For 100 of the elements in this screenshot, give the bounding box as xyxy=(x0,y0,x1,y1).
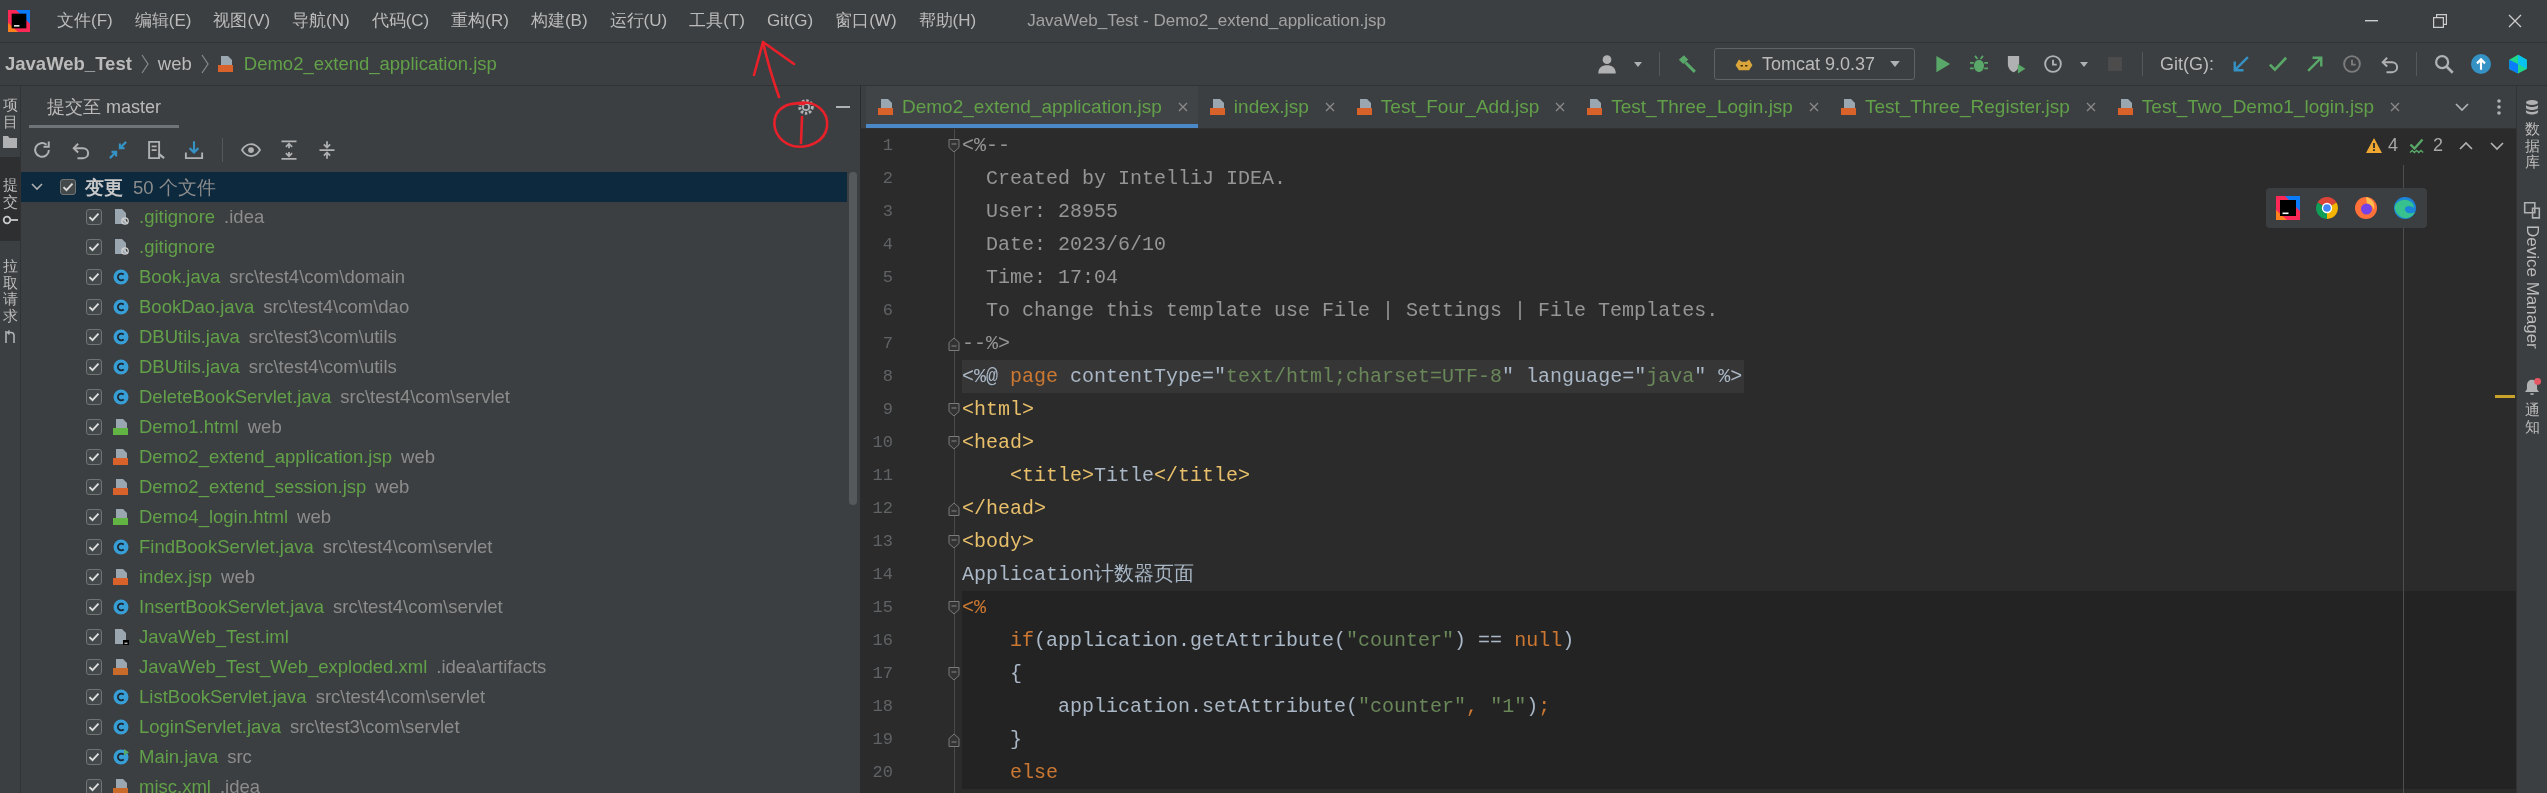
menu-item[interactable]: 视图(V) xyxy=(202,6,282,36)
hexagon-logo-icon[interactable] xyxy=(2508,54,2528,74)
editor-tab[interactable]: Test_Three_Login.jsp xyxy=(1575,86,1829,128)
clock-icon[interactable] xyxy=(2043,54,2063,74)
restore-icon[interactable] xyxy=(2433,14,2447,28)
file-row[interactable]: Main.java src xyxy=(21,742,847,772)
file-row[interactable]: .gitignore xyxy=(21,232,847,262)
chevron-up-icon[interactable] xyxy=(2459,141,2473,150)
menu-item[interactable]: 文件(F) xyxy=(46,6,124,36)
checkbox[interactable] xyxy=(86,749,102,765)
caret-down-icon[interactable] xyxy=(1633,61,1642,67)
swirl-logo-icon[interactable] xyxy=(2393,196,2417,220)
warning-icon[interactable] xyxy=(2365,138,2382,153)
expand-all-icon[interactable] xyxy=(279,140,299,160)
bug-icon[interactable] xyxy=(1969,54,1989,74)
arrow-down-left-icon[interactable] xyxy=(2231,54,2251,74)
close-icon[interactable] xyxy=(1177,102,1188,112)
flame-logo-icon[interactable] xyxy=(2354,196,2378,220)
hammer-icon[interactable] xyxy=(1676,54,1697,74)
changelist-row[interactable]: 变更 50 个文件 xyxy=(21,172,847,202)
checkbox[interactable] xyxy=(86,239,102,255)
warning-stripe-marker[interactable] xyxy=(2495,395,2515,398)
editor-tab[interactable]: Test_Three_Register.jsp xyxy=(1828,86,2106,128)
fold-marker-icon[interactable] xyxy=(948,336,960,351)
undo-icon[interactable] xyxy=(70,140,90,160)
menu-item[interactable]: 帮助(H) xyxy=(907,6,988,36)
checkbox[interactable] xyxy=(86,629,102,645)
tool-window-button[interactable]: Device Manager xyxy=(2522,200,2542,349)
search-icon[interactable] xyxy=(2434,54,2454,74)
app-logo-icon[interactable] xyxy=(8,10,30,32)
checkbox[interactable] xyxy=(86,659,102,675)
fold-marker-icon[interactable] xyxy=(948,435,960,450)
fold-marker-icon[interactable] xyxy=(948,732,960,747)
checkbox[interactable] xyxy=(86,719,102,735)
editor-tab[interactable]: Test_Two_Demo1_login.jsp xyxy=(2105,86,2411,128)
menu-item[interactable]: 导航(N) xyxy=(281,6,361,36)
file-row[interactable]: InsertBookServlet.java src\test4\com\servlet xyxy=(21,592,847,622)
scrollbar-thumb[interactable] xyxy=(849,172,857,505)
menu-item[interactable]: 窗口(W) xyxy=(824,6,908,36)
checkbox[interactable] xyxy=(86,569,102,585)
more-vertical-icon[interactable] xyxy=(2497,99,2501,115)
fold-marker-icon[interactable] xyxy=(948,600,960,615)
file-row[interactable]: Demo4_login.html web xyxy=(21,502,847,532)
close-icon[interactable] xyxy=(1555,102,1566,112)
collapse-all-icon[interactable] xyxy=(317,140,337,160)
checkbox[interactable] xyxy=(86,269,102,285)
file-row[interactable]: JavaWeb_Test_Web_exploded.xml .idea\artifacts xyxy=(21,652,847,682)
file-row[interactable]: DBUtils.java src\test3\com\utils xyxy=(21,322,847,352)
file-row[interactable]: JavaWeb_Test.iml xyxy=(21,622,847,652)
checkbox[interactable] xyxy=(86,479,102,495)
fold-marker-icon[interactable] xyxy=(948,501,960,516)
checkbox[interactable] xyxy=(60,179,76,195)
menu-item[interactable]: Git(G) xyxy=(755,6,825,36)
file-row[interactable]: index.jsp web xyxy=(21,562,847,592)
undo-icon[interactable] xyxy=(2379,54,2399,74)
tool-window-button[interactable]: 项目 xyxy=(0,86,20,149)
square-logo-icon[interactable] xyxy=(2276,196,2300,220)
checkbox[interactable] xyxy=(86,539,102,555)
check-icon[interactable] xyxy=(2268,54,2288,74)
eye-icon[interactable] xyxy=(241,140,261,160)
tool-window-button[interactable]: 数据库 xyxy=(2524,99,2540,171)
menu-item[interactable]: 重构(R) xyxy=(440,6,520,36)
user-icon[interactable] xyxy=(1596,54,1617,74)
refresh-icon[interactable] xyxy=(32,140,52,160)
settings-icon[interactable] xyxy=(797,98,815,116)
update-circle-icon[interactable] xyxy=(2471,54,2491,74)
menu-item[interactable]: 运行(U) xyxy=(598,6,679,36)
menu-item[interactable]: 代码(C) xyxy=(360,6,441,36)
arrow-up-right-icon[interactable] xyxy=(2305,54,2325,74)
warning-count[interactable]: 4 xyxy=(2387,135,2398,156)
ring-logo-icon[interactable] xyxy=(2315,196,2339,220)
editor-tab[interactable]: index.jsp xyxy=(1197,86,1345,128)
file-row[interactable]: Demo1.html web xyxy=(21,412,847,442)
close-icon[interactable] xyxy=(2508,14,2522,28)
breadcrumb-item[interactable]: web xyxy=(157,53,192,75)
editor-tab[interactable]: Test_Four_Add.jsp xyxy=(1344,86,1576,128)
shield-play-icon[interactable] xyxy=(2006,54,2026,74)
editor-tab[interactable]: Demo2_extend_application.jsp xyxy=(866,86,1198,128)
checkbox[interactable] xyxy=(86,779,102,793)
file-row[interactable]: DeleteBookServlet.java src\test4\com\servlet xyxy=(21,382,847,412)
checkbox[interactable] xyxy=(86,359,102,375)
minimize-icon[interactable] xyxy=(2365,20,2378,22)
file-row[interactable]: BookDao.java src\test4\com\dao xyxy=(21,292,847,322)
fold-marker-icon[interactable] xyxy=(948,534,960,549)
file-row[interactable]: misc.xml .idea xyxy=(21,772,847,793)
file-row[interactable]: Demo2_extend_session.jsp web xyxy=(21,472,847,502)
menu-item[interactable]: 构建(B) xyxy=(519,6,599,36)
run-configuration-dropdown[interactable]: Tomcat 9.0.37 xyxy=(1713,48,1915,80)
tool-window-button[interactable]: 拉取请求 xyxy=(0,255,20,345)
checkbox[interactable] xyxy=(86,449,102,465)
file-row[interactable]: Demo2_extend_application.jsp web xyxy=(21,442,847,472)
panel-tab[interactable]: 提交至 master xyxy=(29,86,179,128)
fold-marker-icon[interactable] xyxy=(948,138,960,153)
fold-marker-icon[interactable] xyxy=(948,402,960,417)
chevron-down-icon[interactable] xyxy=(2490,141,2504,150)
file-row[interactable]: .gitignore .idea xyxy=(21,202,847,232)
file-row[interactable]: FindBookServlet.java src\test4\com\servlet xyxy=(21,532,847,562)
checkbox[interactable] xyxy=(86,509,102,525)
file-row[interactable]: DBUtils.java src\test4\com\utils xyxy=(21,352,847,382)
file-row[interactable]: ListBookServlet.java src\test4\com\servlet xyxy=(21,682,847,712)
